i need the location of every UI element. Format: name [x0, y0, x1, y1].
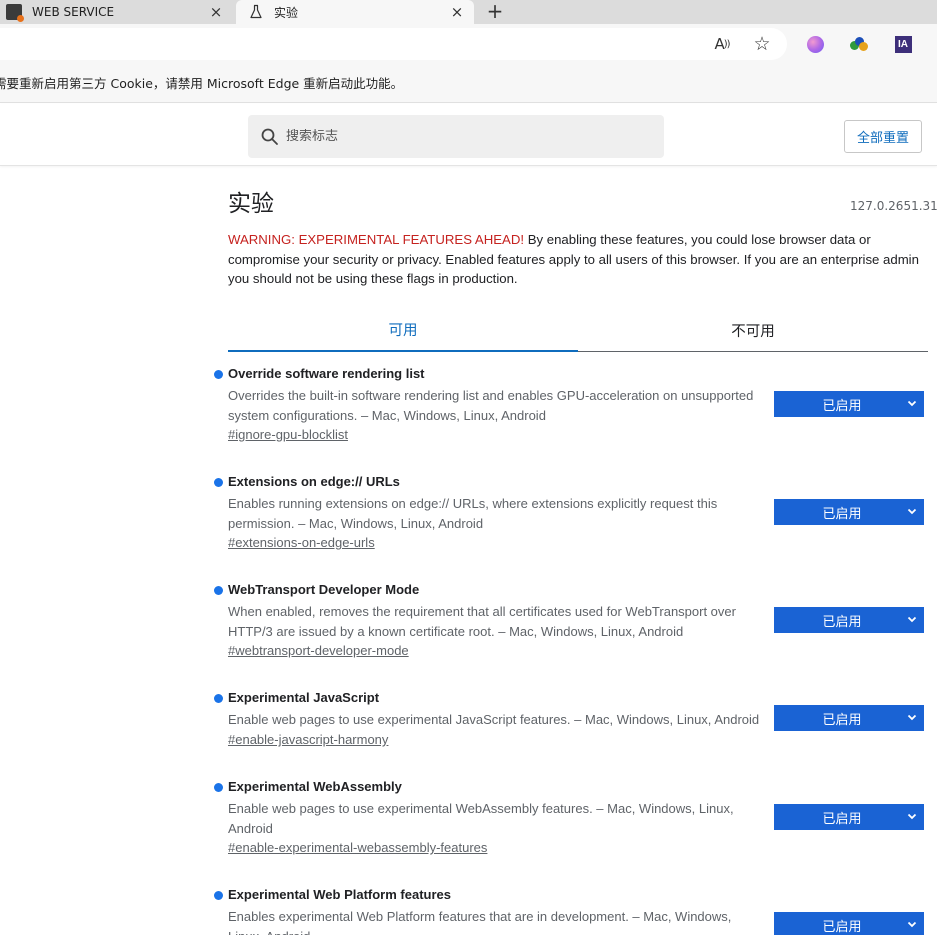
- flag-item: Experimental JavaScript Enable web pages…: [214, 690, 928, 762]
- tab-flags[interactable]: 实验 ×: [236, 0, 474, 24]
- flag-link[interactable]: #enable-experimental-webassembly-feature…: [228, 840, 487, 855]
- globe-extension-icon[interactable]: [845, 30, 873, 58]
- cookie-info-bar: 需要重新启用第三方 Cookie，请禁用 Microsoft Edge 重新启动…: [0, 63, 937, 103]
- flag-status-dot: [214, 586, 223, 595]
- info-bar-text: 需要重新启用第三方 Cookie，请禁用 Microsoft Edge 重新启动…: [0, 76, 404, 91]
- tab-title: WEB SERVICE: [32, 5, 115, 19]
- flag-status-dot: [214, 783, 223, 792]
- flag-item: Experimental WebAssembly Enable web page…: [214, 779, 928, 869]
- flag-status-dot: [214, 891, 223, 900]
- flag-state-select[interactable]: 已启用: [774, 607, 924, 633]
- flag-item: WebTransport Developer Mode When enabled…: [214, 582, 928, 672]
- search-box[interactable]: [248, 115, 664, 158]
- chevron-down-icon: [907, 813, 917, 820]
- flag-description: Overrides the built-in software renderin…: [228, 388, 754, 423]
- reset-all-button[interactable]: 全部重置: [844, 120, 922, 153]
- flag-description: Enables experimental Web Platform featur…: [228, 909, 732, 935]
- availability-tabs: 可用 不可用: [228, 308, 928, 352]
- flag-state-select[interactable]: 已启用: [774, 912, 924, 935]
- flag-description: When enabled, removes the requirement th…: [228, 604, 736, 639]
- flag-item: Extensions on edge:// URLs Enables runni…: [214, 474, 928, 564]
- flag-state-select[interactable]: 已启用: [774, 391, 924, 417]
- tab-web-service[interactable]: WEB SERVICE ×: [0, 0, 233, 24]
- chevron-down-icon: [907, 921, 917, 928]
- warning-text: WARNING: EXPERIMENTAL FEATURES AHEAD! By…: [228, 230, 928, 289]
- flag-name: Override software rendering list: [228, 366, 425, 381]
- favorite-star-icon[interactable]: ☆: [748, 30, 776, 58]
- flag-state-select[interactable]: 已启用: [774, 804, 924, 830]
- warning-prefix: WARNING: EXPERIMENTAL FEATURES AHEAD!: [228, 232, 525, 247]
- flag-description: Enables running extensions on edge:// UR…: [228, 496, 718, 531]
- film-favicon-icon: [6, 4, 24, 22]
- page-title: 实验: [228, 191, 274, 217]
- flag-link[interactable]: #webtransport-developer-mode: [228, 643, 409, 658]
- flag-name: Experimental WebAssembly: [228, 779, 402, 794]
- flag-description: Enable web pages to use experimental Jav…: [228, 712, 760, 727]
- tab-title: 实验: [274, 5, 299, 20]
- flag-name: Experimental Web Platform features: [228, 887, 451, 902]
- flag-item: Experimental Web Platform features Enabl…: [214, 887, 928, 935]
- flag-link[interactable]: #enable-javascript-harmony: [228, 732, 388, 747]
- chevron-down-icon: [907, 400, 917, 407]
- chevron-down-icon: [907, 616, 917, 623]
- flag-link[interactable]: #ignore-gpu-blocklist: [228, 427, 348, 442]
- search-icon: [261, 128, 278, 145]
- close-icon[interactable]: ×: [446, 1, 468, 23]
- flask-icon: [248, 4, 264, 20]
- flag-state-select[interactable]: 已启用: [774, 499, 924, 525]
- flag-status-dot: [214, 370, 223, 379]
- new-tab-button[interactable]: +: [482, 0, 508, 23]
- chevron-down-icon: [907, 508, 917, 515]
- tab-strip: WEB SERVICE × 实验 × +: [0, 0, 937, 24]
- version-label: 127.0.2651.31: [850, 199, 937, 213]
- flag-name: Extensions on edge:// URLs: [228, 474, 400, 489]
- flag-status-dot: [214, 478, 223, 487]
- ia-extension-icon[interactable]: IA: [889, 30, 917, 58]
- tab-available[interactable]: 可用: [228, 308, 578, 352]
- flag-item: Override software rendering list Overrid…: [214, 366, 928, 456]
- flags-header: 全部重置: [0, 104, 937, 166]
- read-aloud-icon[interactable]: A)): [708, 30, 736, 58]
- flag-link[interactable]: #extensions-on-edge-urls: [228, 535, 375, 550]
- flag-description: Enable web pages to use experimental Web…: [228, 801, 734, 836]
- flag-state-select[interactable]: 已启用: [774, 705, 924, 731]
- flag-status-dot: [214, 694, 223, 703]
- chevron-down-icon: [907, 714, 917, 721]
- close-icon[interactable]: ×: [205, 1, 227, 23]
- brain-extension-icon[interactable]: [801, 30, 829, 58]
- flag-name: WebTransport Developer Mode: [228, 582, 420, 597]
- flag-name: Experimental JavaScript: [228, 690, 380, 705]
- tab-unavailable[interactable]: 不可用: [578, 308, 928, 352]
- address-bar[interactable]: [0, 28, 787, 60]
- browser-toolbar: A)) ☆ IA: [0, 24, 937, 63]
- search-input[interactable]: [286, 129, 646, 144]
